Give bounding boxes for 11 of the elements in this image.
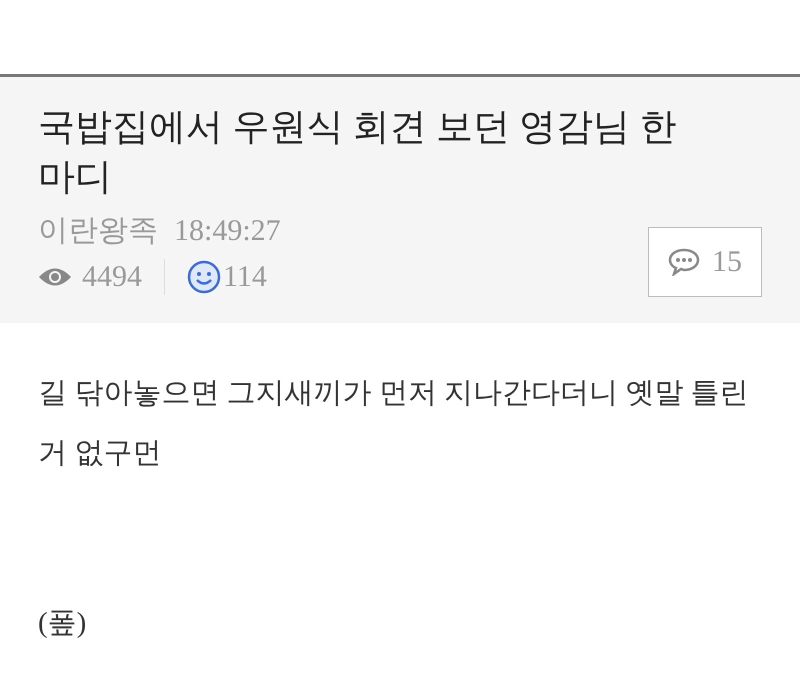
speech-bubble-icon [668,248,700,276]
post-text: (퐆) [38,606,88,641]
comments-button[interactable]: 15 [648,227,762,297]
author-name: 이란왕족 [38,213,158,249]
post-title: 국밥집에서 우원식 회견 보던 영감님 한마디 [38,106,678,200]
smiley-icon [187,260,221,294]
eye-icon [38,266,72,288]
view-count: 4494 [82,259,142,295]
post-text: 길 닦아놓으면 그지새끼가 먼저 지나간다더니 옛말 틀린거 없구먼 [38,376,750,471]
like-count: 114 [223,259,267,295]
post-time: 18:49:27 [174,213,281,249]
